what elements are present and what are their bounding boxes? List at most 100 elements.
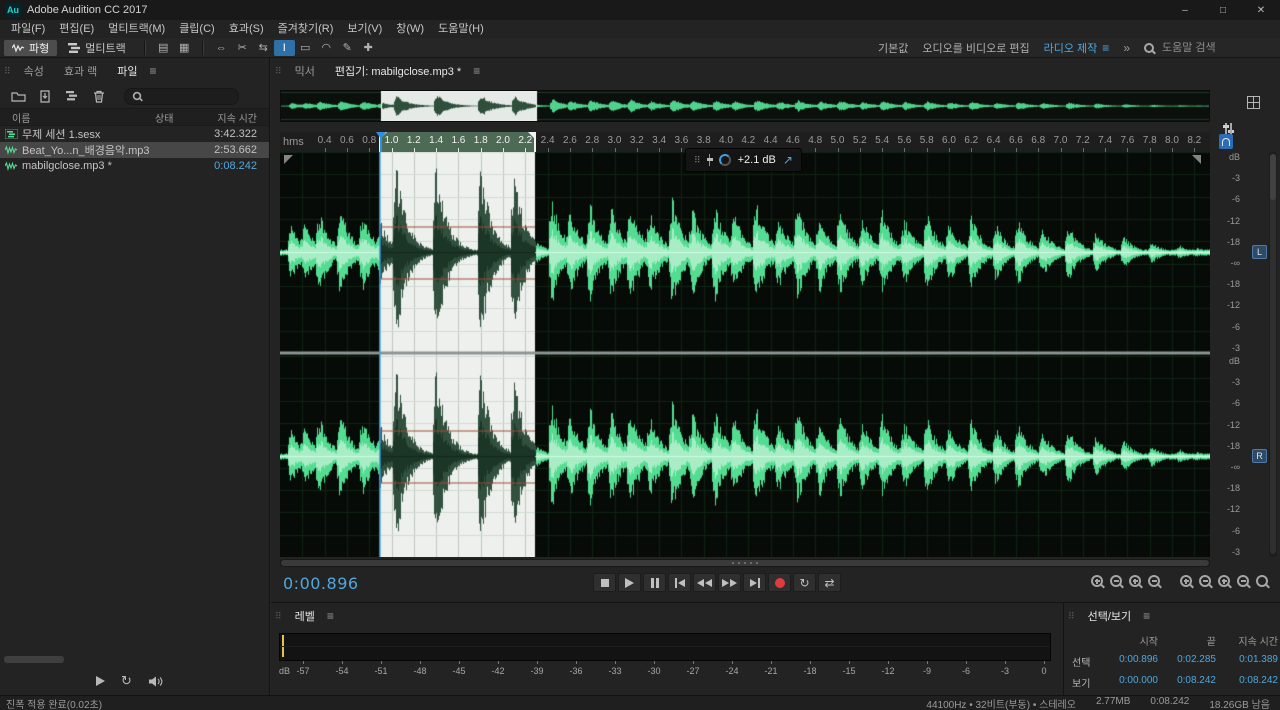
delete-file-button[interactable] <box>91 89 107 104</box>
editor-panel-menu-icon[interactable]: ≡ <box>473 64 480 78</box>
open-file-button[interactable] <box>10 89 26 104</box>
channel-right-button[interactable]: R <box>1252 449 1267 463</box>
zoom-in-time-button[interactable] <box>1180 575 1192 587</box>
tab-selection-view[interactable]: 선택/보기 <box>1078 608 1142 624</box>
menu-window[interactable]: 창(W) <box>389 20 431 38</box>
menu-help[interactable]: 도움말(H) <box>431 20 491 38</box>
panel-grip-icon[interactable]: ⠿ <box>275 66 282 77</box>
move-tool-icon[interactable]: ⇔ <box>211 40 232 56</box>
levels-panel-menu-icon[interactable]: ≡ <box>327 609 334 623</box>
menu-favorites[interactable]: 즐겨찾기(R) <box>271 20 341 38</box>
file-row-beat-music[interactable]: Beat_Yo...n_배경음악.mp3 2:53.662 <box>0 142 269 158</box>
preview-play-button[interactable] <box>96 676 105 686</box>
overview-waveform[interactable] <box>281 91 1209 121</box>
zoom-to-selection-button[interactable] <box>1129 575 1141 587</box>
zoom-out-time-button[interactable] <box>1199 575 1211 587</box>
slip-tool-icon[interactable]: ⇆ <box>253 40 274 56</box>
tab-files[interactable]: 파일 <box>107 63 147 79</box>
marquee-selection-tool-icon[interactable]: ▭ <box>295 40 316 56</box>
skip-to-next-button[interactable] <box>743 573 766 592</box>
view-duration-value[interactable]: 0:08.242 <box>1216 675 1278 690</box>
scroll-handle-left-icon[interactable] <box>284 155 293 164</box>
insert-into-multitrack-button[interactable] <box>64 89 80 104</box>
zoom-reset-button[interactable] <box>1148 575 1160 587</box>
volume-hud[interactable]: ⠿ +2.1 dB ↗ <box>685 148 802 172</box>
tab-editor[interactable]: 편집기: mabilgclose.mp3 * <box>325 63 471 79</box>
menu-edit[interactable]: 편집(E) <box>52 20 101 38</box>
horizontal-scrollbar[interactable] <box>280 559 1210 567</box>
loop-playback-button[interactable]: ↻ <box>793 573 816 592</box>
files-horizontal-scrollbar[interactable] <box>4 656 64 663</box>
lasso-selection-tool-icon[interactable]: ◠ <box>316 40 337 56</box>
menu-file[interactable]: 파일(F) <box>4 20 52 38</box>
waveform-view-button[interactable]: 파형 <box>4 39 58 56</box>
hud-grip-icon[interactable]: ⠿ <box>694 155 701 166</box>
close-button[interactable]: ✕ <box>1242 0 1280 20</box>
snap-toggle-icon[interactable] <box>1219 134 1233 149</box>
workspace-edit-audio-video-button[interactable]: 오디오를 비디오로 편집 <box>922 40 1029 56</box>
hud-volume-knob[interactable] <box>718 154 731 166</box>
workspace-overflow-icon[interactable]: » <box>1123 41 1130 55</box>
maximize-button[interactable]: □ <box>1204 0 1242 20</box>
vertical-zoom-scrollbar[interactable] <box>1269 152 1277 557</box>
skip-to-previous-button[interactable] <box>668 573 691 592</box>
multitrack-view-button[interactable]: 멀티트랙 <box>60 40 133 56</box>
preview-volume-button[interactable] <box>148 675 163 688</box>
file-row-session[interactable]: 무제 세션 1.sesx 3:42.322 <box>0 126 269 142</box>
fast-forward-button[interactable] <box>718 573 741 592</box>
zoom-options-button[interactable] <box>1256 575 1268 587</box>
tab-properties[interactable]: 속성 <box>14 63 54 79</box>
zoom-out-full-button[interactable] <box>1110 575 1122 587</box>
spectral-frequency-display-icon[interactable]: ▤ <box>153 40 174 56</box>
display-settings-icon[interactable] <box>1247 96 1260 109</box>
rewind-button[interactable] <box>693 573 716 592</box>
menu-view[interactable]: 보기(V) <box>340 20 389 38</box>
zoom-in-amplitude-button[interactable] <box>1218 575 1230 587</box>
selection-view-menu-icon[interactable]: ≡ <box>1143 609 1150 623</box>
column-name[interactable]: 이름 <box>0 110 155 125</box>
selection-end-value[interactable]: 0:02.285 <box>1158 654 1216 669</box>
scroll-handle-right-icon[interactable] <box>1192 155 1201 164</box>
minimize-button[interactable]: – <box>1166 0 1204 20</box>
files-search-input[interactable] <box>147 89 231 103</box>
column-duration[interactable]: 지속 시간 <box>195 110 269 125</box>
menu-effects[interactable]: 효과(S) <box>222 20 271 38</box>
hud-gain-value[interactable]: +2.1 dB <box>738 154 776 166</box>
import-file-button[interactable] <box>37 89 53 104</box>
playhead-marker[interactable] <box>375 132 386 152</box>
workspace-default-button[interactable]: 기본값 <box>878 40 908 56</box>
panel-grip-icon[interactable]: ⠿ <box>275 611 282 622</box>
tab-levels[interactable]: 레벨 <box>285 608 325 624</box>
panel-grip-icon[interactable]: ⠿ <box>4 66 11 77</box>
pause-button[interactable] <box>643 573 666 592</box>
playhead-time-display[interactable]: 0:00.896 <box>283 574 359 593</box>
panel-grip-icon[interactable]: ⠿ <box>1068 611 1075 622</box>
workspace-menu-icon[interactable]: ≡ <box>1102 41 1109 55</box>
menu-clip[interactable]: 클립(C) <box>172 20 222 38</box>
channel-left-button[interactable]: L <box>1252 245 1267 259</box>
zoom-in-full-button[interactable] <box>1091 575 1103 587</box>
spectral-pitch-display-icon[interactable]: ▦ <box>174 40 195 56</box>
selection-start-value[interactable]: 0:00.896 <box>1102 654 1158 669</box>
skip-selection-button[interactable]: ⇄ <box>818 573 841 592</box>
waveform-display[interactable] <box>280 152 1210 557</box>
spot-healing-brush-tool-icon[interactable]: ✚ <box>358 40 379 56</box>
workspace-radio-production-button[interactable]: 라디오 제작 <box>1044 40 1098 56</box>
paintbrush-selection-tool-icon[interactable]: ✎ <box>337 40 358 56</box>
view-start-value[interactable]: 0:00.000 <box>1102 675 1158 690</box>
razor-tool-icon[interactable]: ✂ <box>232 40 253 56</box>
tab-mixer[interactable]: 믹서 <box>285 63 325 79</box>
files-panel-menu-icon[interactable]: ≡ <box>150 64 157 78</box>
time-selection-tool-icon[interactable]: I <box>273 39 295 56</box>
stop-button[interactable] <box>593 573 616 592</box>
view-end-value[interactable]: 0:08.242 <box>1158 675 1216 690</box>
hud-pin-icon[interactable]: ↗ <box>783 153 793 167</box>
menu-multitrack[interactable]: 멀티트랙(M) <box>101 20 172 38</box>
selection-end-handle[interactable] <box>527 132 536 152</box>
record-button[interactable] <box>768 573 791 592</box>
preview-loop-button[interactable]: ↻ <box>121 673 132 689</box>
tab-effects-rack[interactable]: 효과 랙 <box>54 63 107 79</box>
play-button[interactable] <box>618 573 641 592</box>
file-row-mabilgclose[interactable]: mabilgclose.mp3 * 0:08.242 <box>0 158 269 174</box>
help-search-input[interactable] <box>1160 40 1272 55</box>
